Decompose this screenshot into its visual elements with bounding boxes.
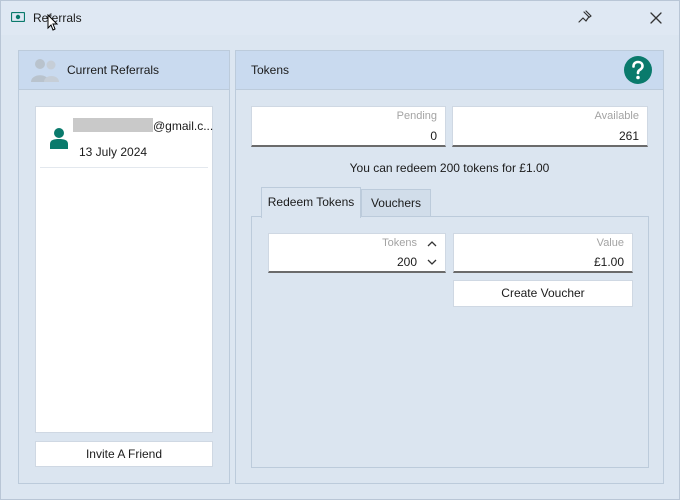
available-label: Available bbox=[594, 110, 639, 122]
tokens-label: Tokens bbox=[382, 237, 417, 249]
help-icon[interactable] bbox=[624, 56, 652, 84]
mouse-cursor-icon bbox=[47, 14, 59, 31]
title-bar: Referrals bbox=[1, 1, 679, 35]
pending-value: 0 bbox=[430, 129, 437, 143]
tab-redeem-tokens[interactable]: Redeem Tokens bbox=[261, 187, 361, 218]
create-voucher-button[interactable]: Create Voucher bbox=[453, 280, 633, 307]
current-referrals-panel: Current Referrals @gmail.c... 13 July 20… bbox=[18, 50, 230, 484]
redeem-tokens-tab-content: Tokens 200 Value £1.00 Create Voucher bbox=[251, 216, 649, 468]
current-referrals-title: Current Referrals bbox=[67, 63, 160, 77]
pending-label: Pending bbox=[396, 110, 437, 122]
available-tokens-field: Available 261 bbox=[452, 106, 648, 147]
chevron-down-icon[interactable] bbox=[427, 258, 437, 266]
redacted-email-block bbox=[73, 118, 153, 132]
close-icon[interactable] bbox=[645, 7, 667, 29]
list-item[interactable]: @gmail.c... 13 July 2024 bbox=[40, 111, 213, 168]
tab-vouchers[interactable]: Vouchers bbox=[361, 189, 431, 217]
referral-email: @gmail.c... bbox=[153, 119, 214, 133]
tokens-panel: Tokens Pending 0 Available 261 You can r… bbox=[235, 50, 664, 484]
voucher-value-field: Value £1.00 bbox=[453, 233, 633, 273]
user-icon bbox=[50, 128, 68, 149]
available-value: 261 bbox=[618, 129, 639, 143]
current-referrals-header: Current Referrals bbox=[19, 51, 229, 90]
invite-friend-button[interactable]: Invite A Friend bbox=[35, 441, 213, 467]
tokens-title: Tokens bbox=[251, 63, 290, 77]
referral-date: 13 July 2024 bbox=[79, 145, 148, 159]
tokens-value: 200 bbox=[396, 255, 417, 269]
chevron-up-icon[interactable] bbox=[427, 240, 437, 248]
referrals-window: Referrals Current Referrals @gmail.c... … bbox=[0, 0, 680, 500]
tokens-stepper[interactable]: Tokens 200 bbox=[268, 233, 446, 273]
tokens-header: Tokens bbox=[236, 51, 663, 90]
value-amount: £1.00 bbox=[593, 255, 624, 269]
referral-list[interactable]: @gmail.c... 13 July 2024 bbox=[35, 106, 213, 433]
referral-app-icon bbox=[11, 12, 25, 22]
redeem-rate-note: You can redeem 200 tokens for £1.00 bbox=[349, 161, 550, 175]
value-label: Value bbox=[596, 237, 624, 249]
people-icon bbox=[31, 59, 59, 82]
pending-tokens-field: Pending 0 bbox=[251, 106, 446, 147]
pin-icon[interactable] bbox=[575, 7, 597, 29]
